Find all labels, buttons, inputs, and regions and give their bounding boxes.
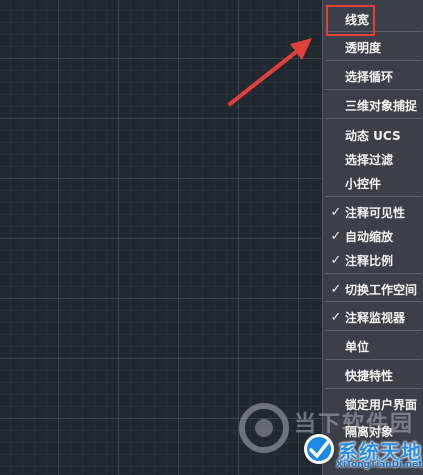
menu-item[interactable]: 三维对象捕捉 — [323, 94, 423, 118]
menu-item-label: 透明度 — [345, 41, 382, 55]
annotation-highlight-box — [326, 5, 375, 36]
checkmark-icon: ✓ — [330, 253, 342, 268]
menu-item[interactable]: 快捷特性 — [323, 364, 423, 388]
menu-separator — [325, 118, 422, 119]
menu-separator — [325, 388, 422, 389]
menu-separator — [325, 89, 422, 90]
menu-item[interactable]: ✓ 注释可见性 — [323, 201, 423, 225]
menu-item[interactable]: ✓ 注释监视器 — [323, 306, 423, 330]
menu-item[interactable]: 小控件 — [323, 172, 423, 196]
menu-item-label: 三维对象捕捉 — [345, 99, 418, 113]
checkmark-icon: ✓ — [330, 229, 342, 244]
menu-separator — [325, 60, 422, 61]
watermark-logo-b-icon — [304, 434, 334, 464]
menu-item[interactable]: ✓ 切换工作空间 — [323, 278, 423, 302]
menu-item[interactable]: 选择循环 — [323, 65, 423, 89]
menu-item[interactable]: ✓ 注释比例 — [323, 249, 423, 273]
checkmark-icon: ✓ — [330, 282, 342, 297]
menu-item-label: 注释监视器 — [345, 311, 406, 325]
menu-separator — [325, 273, 422, 274]
menu-item[interactable]: 动态 UCS — [323, 124, 423, 148]
menu-item[interactable]: ✓ 自动缩放 — [323, 225, 423, 249]
watermark-url: XiTongTianDi.net — [336, 460, 423, 470]
menu-item-label: 快捷特性 — [345, 369, 394, 383]
menu-separator — [325, 196, 422, 197]
menu-item-label: 切换工作空间 — [345, 283, 418, 297]
menu-item-label: 选择循环 — [345, 70, 394, 84]
menu-separator — [325, 301, 422, 302]
menu-item-label: 选择过滤 — [345, 153, 394, 167]
menu-separator — [325, 359, 422, 360]
menu-item-label: 注释比例 — [345, 254, 394, 268]
menu-item-label: 自动缩放 — [345, 230, 394, 244]
menu-item-label: 注释可见性 — [345, 206, 406, 220]
watermark-overlay: 当下软件园 系统天地 XiTongTianDi.net — [232, 398, 423, 475]
menu-item-label: 动态 UCS — [345, 129, 401, 143]
checkmark-icon: ✓ — [330, 205, 342, 220]
menu-item[interactable]: 透明度 — [323, 36, 423, 60]
checkmark-icon: ✓ — [330, 310, 342, 325]
watermark-logo-a-icon — [239, 403, 289, 453]
menu-item-label: 单位 — [345, 340, 370, 354]
menu-item[interactable]: 单位 — [323, 335, 423, 359]
menu-item[interactable]: 选择过滤 — [323, 148, 423, 172]
menu-separator — [325, 330, 422, 331]
menu-item-label: 小控件 — [345, 177, 382, 191]
